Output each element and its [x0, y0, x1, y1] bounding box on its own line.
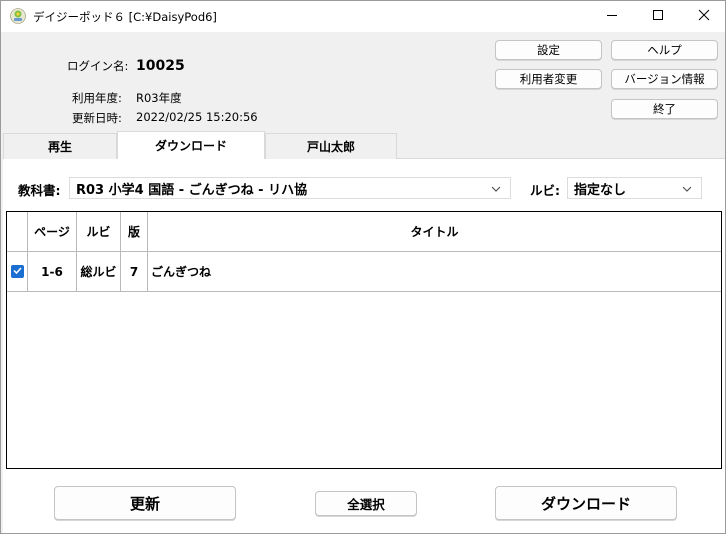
column-header-edition[interactable]: 版 [121, 212, 148, 251]
title-bar[interactable]: デイジーポッド６ [C:¥DaisyPod6] [1, 1, 725, 32]
maximize-icon [652, 9, 664, 24]
row-checkbox[interactable] [10, 265, 24, 279]
help-button[interactable]: ヘルプ [611, 40, 718, 60]
close-button[interactable] [681, 1, 726, 32]
select-all-button[interactable]: 全選択 [315, 491, 417, 516]
tab-user[interactable]: 戸山太郎 [265, 133, 397, 159]
change-user-button[interactable]: 利用者変更 [495, 69, 602, 89]
version-info-button[interactable]: バージョン情報 [611, 69, 718, 89]
textbook-select-value: R03 小学4 国語 - ごんぎつね - リハ協 [76, 182, 308, 198]
window-title: デイジーポッド６ [C:¥DaisyPod6] [33, 10, 217, 24]
app-window: デイジーポッド６ [C:¥DaisyPod6] ログイン名: 10025 利用年… [0, 0, 726, 534]
table-row[interactable]: 1-6 総ルビ 7 ごんぎつね [7, 252, 721, 292]
chevron-down-icon [681, 183, 693, 198]
minimize-icon [606, 9, 618, 24]
textbook-label: 教科書: [18, 183, 61, 198]
year-label: 利用年度: [72, 91, 122, 105]
ruby-select[interactable]: 指定なし [567, 177, 702, 199]
download-button[interactable]: ダウンロード [495, 486, 677, 520]
exit-button[interactable]: 終了 [611, 99, 718, 119]
row-page: 1-6 [28, 252, 77, 291]
maximize-button[interactable] [635, 1, 681, 32]
tab-playback[interactable]: 再生 [3, 133, 117, 159]
checkmark-icon [12, 265, 23, 279]
refresh-button[interactable]: 更新 [54, 486, 236, 520]
ruby-select-value: 指定なし [574, 182, 627, 198]
download-table: ページ ルビ 版 タイトル 1-6 総ルビ 7 ごんぎつね [6, 211, 722, 469]
row-edition: 7 [121, 252, 148, 291]
minimize-button[interactable] [589, 1, 635, 32]
updated-value: 2022/02/25 15:20:56 [136, 110, 258, 124]
login-name-value: 10025 [136, 58, 185, 74]
textbook-select[interactable]: R03 小学4 国語 - ごんぎつね - リハ協 [69, 177, 511, 199]
column-header-ruby[interactable]: ルビ [77, 212, 121, 251]
settings-button[interactable]: 設定 [495, 40, 602, 60]
login-name-label: ログイン名: [67, 59, 129, 73]
row-checkbox-cell[interactable] [7, 252, 28, 291]
column-header-page[interactable]: ページ [28, 212, 77, 251]
row-ruby: 総ルビ [77, 252, 121, 291]
updated-label: 更新日時: [72, 111, 122, 125]
daisy-app-icon [10, 8, 26, 24]
close-icon [698, 9, 710, 24]
chevron-down-icon [490, 183, 502, 198]
column-header-title[interactable]: タイトル [148, 212, 721, 251]
row-title: ごんぎつね [151, 265, 212, 279]
table-header: ページ ルビ 版 タイトル [7, 212, 721, 252]
year-value: R03年度 [136, 91, 182, 105]
ruby-label: ルビ: [530, 183, 560, 198]
column-header-check [7, 212, 28, 251]
tab-download[interactable]: ダウンロード [117, 131, 265, 159]
